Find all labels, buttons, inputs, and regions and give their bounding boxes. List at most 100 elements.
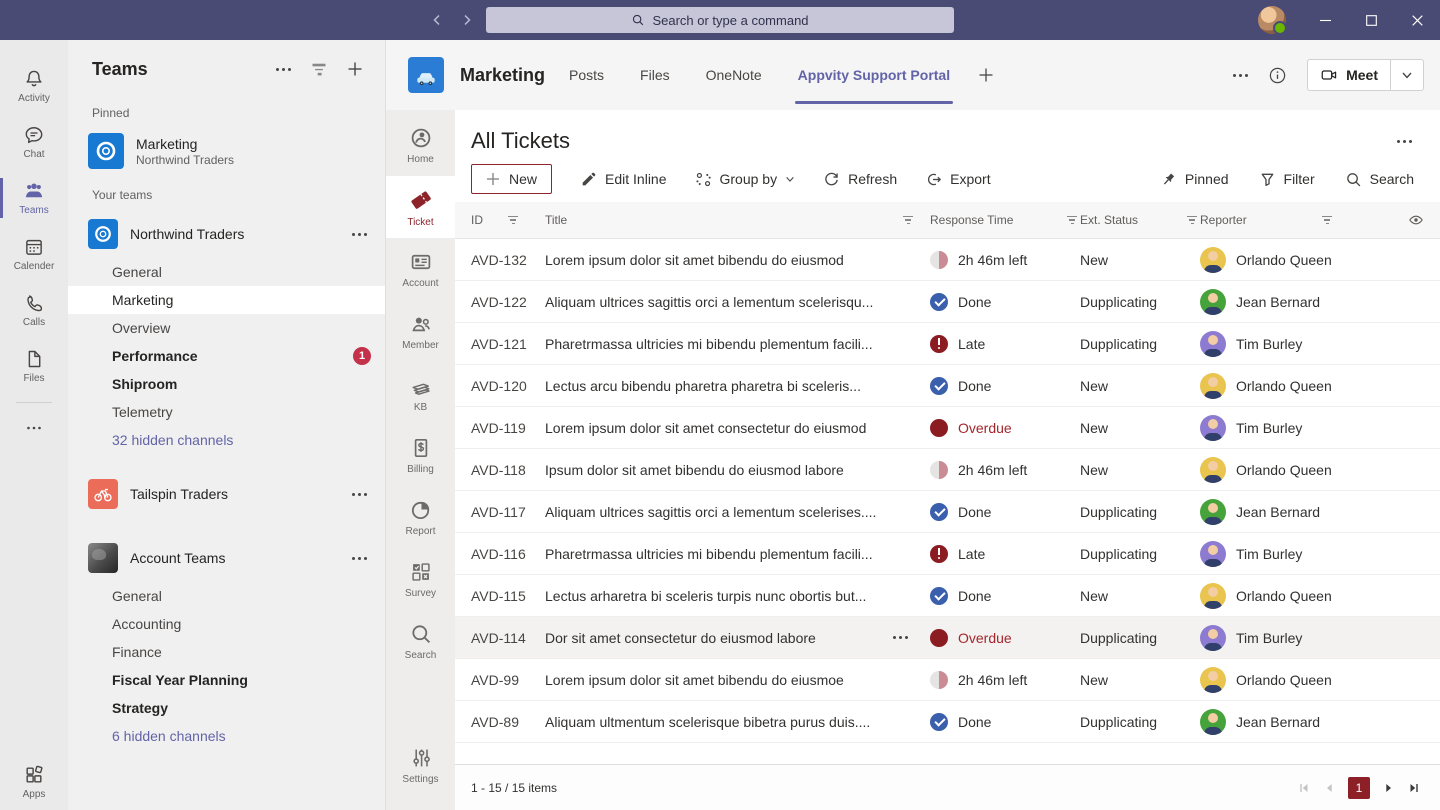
channel-more-icon[interactable] [1233,74,1248,77]
portal-rail-item-search[interactable]: Search [386,610,455,672]
portal-rail-item-billing[interactable]: Billing [386,424,455,486]
join-create-team-icon[interactable] [347,61,363,77]
column-filter-icon[interactable] [900,213,916,228]
tab-label: Posts [569,67,604,83]
eye-icon[interactable] [1408,212,1424,228]
channel-performance[interactable]: Performance1 [68,342,385,370]
portal-rail-item-account[interactable]: Account [386,238,455,300]
ticket-id: AVD-121 [471,336,545,352]
ticket-row-avd-118[interactable]: AVD-118Ipsum dolor sit amet bibendu do e… [455,449,1440,491]
response-time-label: Done [958,504,991,520]
team-more-icon[interactable] [352,557,367,560]
info-icon[interactable] [1268,66,1287,85]
ticket-row-avd-121[interactable]: AVD-121Pharetrmassa ultricies mi bibendu… [455,323,1440,365]
teams-more-icon[interactable] [276,68,291,71]
file-icon [23,348,45,370]
tab-appvity-support-portal[interactable]: Appvity Support Portal [798,40,950,110]
rail-item-teams[interactable]: Teams [0,170,68,226]
refresh-button[interactable]: Refresh [823,171,897,188]
forward-arrow-icon[interactable] [460,13,474,27]
edit-inline-button[interactable]: Edit Inline [580,171,666,188]
channel-finance[interactable]: Finance [68,638,385,666]
channel-32-hidden-channels[interactable]: 32 hidden channels [68,426,385,454]
ticket-row-avd-115[interactable]: AVD-115Lectus arharetra bi sceleris turp… [455,575,1440,617]
page-more-icon[interactable] [1397,140,1412,143]
channel-shiproom[interactable]: Shiproom [68,370,385,398]
rail-item-calender[interactable]: Calender [0,226,68,282]
portal-rail-item-member[interactable]: Member [386,300,455,362]
portal-rail-item-kb[interactable]: KB [386,362,455,424]
channel-general[interactable]: General [68,582,385,610]
pinned-view-button[interactable]: Pinned [1160,171,1229,188]
rail-item-label: Calender [14,261,55,272]
channel-general[interactable]: General [68,258,385,286]
column-filter-icon[interactable] [1184,213,1200,228]
column-filter-icon[interactable] [505,213,521,228]
pinned-team-marketing[interactable]: MarketingNorthwind Traders [68,128,385,174]
column-filter-icon[interactable] [1319,213,1335,228]
teams-filter-icon[interactable] [309,60,330,79]
rail-item-apps[interactable]: Apps [0,754,68,810]
team-more-icon[interactable] [352,493,367,496]
ticket-row-avd-120[interactable]: AVD-120Lectus arcu bibendu pharetra phar… [455,365,1440,407]
tab-posts[interactable]: Posts [569,40,604,110]
channel-marketing[interactable]: Marketing [68,286,385,314]
first-page-icon[interactable] [1298,782,1310,794]
export-button[interactable]: Export [925,171,990,188]
column-filter-icon[interactable] [1064,213,1080,228]
meet-chevron-down-icon[interactable] [1391,60,1423,90]
maximize-button[interactable] [1348,0,1394,40]
meet-button[interactable]: Meet [1307,59,1424,91]
minimize-button[interactable] [1302,0,1348,40]
portal-rail-item-report[interactable]: Report [386,486,455,548]
add-tab-icon[interactable] [978,67,994,83]
channel-telemetry[interactable]: Telemetry [68,398,385,426]
team-item-tailspin-traders[interactable]: Tailspin Traders [68,470,385,518]
rail-item-chat[interactable]: Chat [0,114,68,170]
current-page[interactable]: 1 [1348,777,1370,799]
last-page-icon[interactable] [1408,782,1420,794]
ticket-row-avd-116[interactable]: AVD-116Pharetrmassa ultricies mi bibendu… [455,533,1440,575]
rail-more-button[interactable] [0,411,68,445]
user-avatar[interactable] [1258,6,1286,34]
next-page-icon[interactable] [1383,782,1395,794]
search-tickets-button[interactable]: Search [1345,171,1414,188]
team-item-northwind-traders[interactable]: Northwind Traders [68,210,385,258]
portal-rail-item-settings[interactable]: Settings [386,734,455,796]
back-arrow-icon[interactable] [430,13,444,27]
your-teams-section-label: Your teams [68,174,385,210]
rail-item-files[interactable]: Files [0,338,68,394]
team-name: Tailspin Traders [130,486,340,502]
ticket-row-avd-117[interactable]: AVD-117Aliquam ultrices sagittis orci a … [455,491,1440,533]
rail-item-activity[interactable]: Activity [0,58,68,114]
reporter-cell: Tim Burley [1200,331,1365,357]
row-more-icon[interactable] [893,636,908,639]
group-by-button[interactable]: Group by [695,171,796,188]
channel-accounting[interactable]: Accounting [68,610,385,638]
team-item-account-teams[interactable]: Account Teams [68,534,385,582]
ticket-row-avd-122[interactable]: AVD-122Aliquam ultrices sagittis orci a … [455,281,1440,323]
ticket-row-avd-114[interactable]: AVD-114Dor sit amet consectetur do eiusm… [455,617,1440,659]
ticket-row-avd-119[interactable]: AVD-119Lorem ipsum dolor sit amet consec… [455,407,1440,449]
tab-onenote[interactable]: OneNote [706,40,762,110]
channel-6-hidden-channels[interactable]: 6 hidden channels [68,722,385,750]
tab-files[interactable]: Files [640,40,670,110]
team-more-icon[interactable] [352,233,367,236]
tickets-page: All Tickets New Edit Inline [455,110,1440,810]
ticket-title: Aliquam ultmentum scelerisque bibetra pu… [545,714,870,730]
ticket-row-avd-99[interactable]: AVD-99Lorem ipsum dolor sit amet bibendu… [455,659,1440,701]
rail-item-calls[interactable]: Calls [0,282,68,338]
close-button[interactable] [1394,0,1440,40]
channel-overview[interactable]: Overview [68,314,385,342]
portal-rail-item-home[interactable]: Home [386,114,455,176]
portal-rail-item-survey[interactable]: Survey [386,548,455,610]
new-ticket-button[interactable]: New [471,164,552,194]
prev-page-icon[interactable] [1323,782,1335,794]
portal-rail-item-ticket[interactable]: Ticket [386,176,455,238]
channel-strategy[interactable]: Strategy [68,694,385,722]
channel-fiscal-year-planning[interactable]: Fiscal Year Planning [68,666,385,694]
ticket-row-avd-132[interactable]: AVD-132Lorem ipsum dolor sit amet bibend… [455,239,1440,281]
filter-button[interactable]: Filter [1259,171,1315,188]
search-command-input[interactable]: Search or type a command [486,7,954,33]
ticket-row-avd-89[interactable]: AVD-89Aliquam ultmentum scelerisque bibe… [455,701,1440,743]
